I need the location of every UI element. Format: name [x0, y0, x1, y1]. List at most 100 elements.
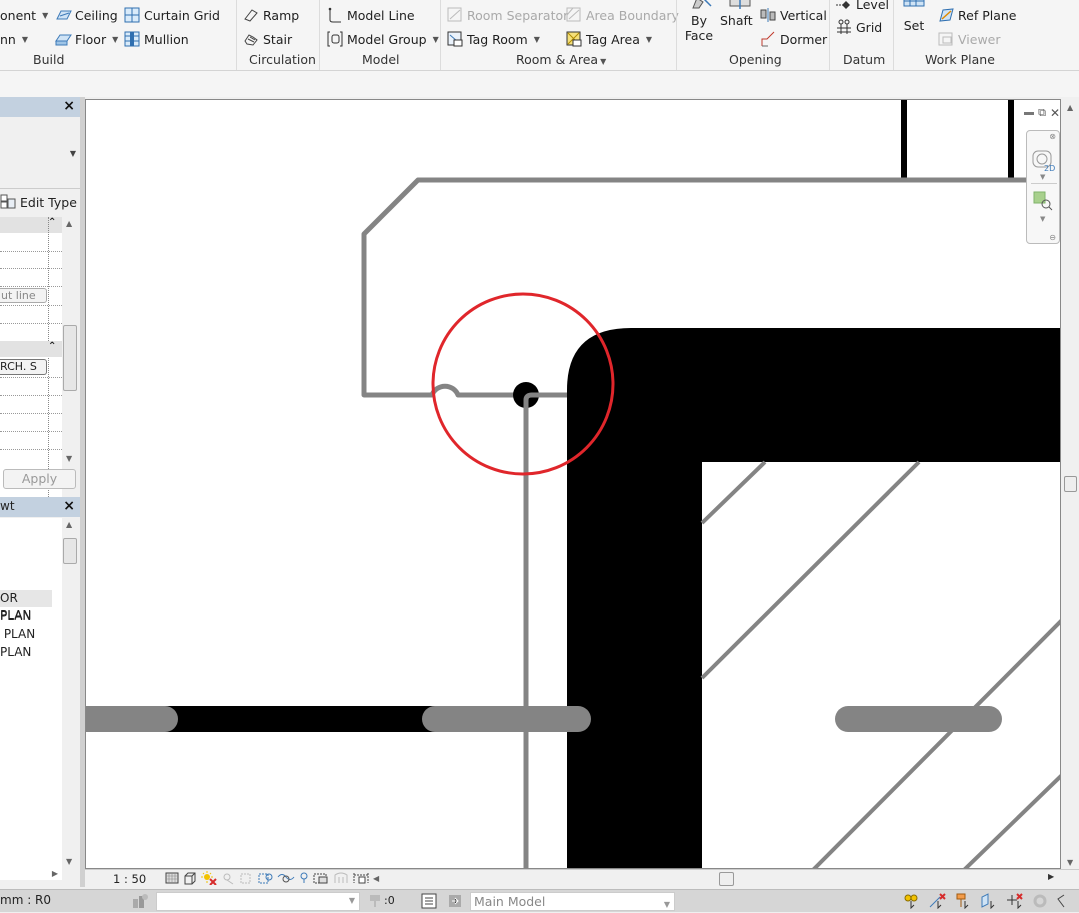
ramp-button[interactable]: Ramp: [243, 5, 299, 25]
set-button[interactable]: Set: [900, 0, 928, 34]
panel-label-room-area: Room & Area: [516, 52, 599, 67]
temporary-hide-icon[interactable]: [277, 871, 295, 885]
tag-room-label: Tag Room: [467, 31, 528, 47]
scroll-down-icon[interactable]: ▼: [66, 454, 72, 463]
floor-button[interactable]: Floor ▼: [55, 29, 118, 49]
zoom-region-button[interactable]: [1033, 191, 1053, 214]
active-design-option-icon[interactable]: [447, 893, 463, 909]
tree-item[interactable]: OR PLAN: [0, 590, 52, 622]
ref-plane-button[interactable]: Ref Plane: [938, 5, 1016, 25]
curtain-grid-icon: [124, 7, 140, 23]
h-scrollbar-thumb[interactable]: [719, 872, 734, 886]
close-view-icon[interactable]: ✕: [1050, 106, 1060, 120]
view-scale[interactable]: 1 : 50: [113, 872, 146, 886]
scroll-up-icon[interactable]: ▲: [1067, 103, 1073, 112]
scrollbar-thumb[interactable]: [63, 325, 77, 391]
ceiling-button[interactable]: Ceiling: [55, 5, 118, 25]
vertical-button[interactable]: Vertical: [760, 5, 827, 25]
shadows-icon[interactable]: [221, 871, 235, 885]
tag-area-button[interactable]: Tag Area ▼: [566, 29, 652, 49]
select-pinned-icon[interactable]: [954, 893, 972, 909]
chevron-down-icon: ▼: [663, 900, 670, 909]
curtain-grid-button[interactable]: Curtain Grid: [124, 5, 220, 25]
analytical-model-icon[interactable]: [333, 871, 349, 885]
apply-button[interactable]: Apply: [3, 469, 76, 489]
reveal-hidden-icon[interactable]: [299, 871, 309, 885]
stair-button[interactable]: Stair: [243, 29, 292, 49]
design-option-dropdown[interactable]: Main Model ▼: [470, 892, 675, 911]
shaft-button[interactable]: Shaft: [720, 0, 753, 28]
tree-item[interactable]: PLAN: [0, 608, 31, 625]
project-browser-close-button[interactable]: ×: [63, 498, 75, 514]
restore-icon[interactable]: ⧉: [1038, 106, 1046, 120]
group-header-identity[interactable]: ⌃: [0, 341, 62, 357]
model-line-button[interactable]: Model Line: [327, 5, 415, 25]
select-underlay-icon[interactable]: [928, 893, 946, 909]
tag-room-button[interactable]: Tag Room ▼: [447, 29, 540, 49]
panel-splitter[interactable]: [80, 97, 85, 887]
select-links-icon[interactable]: [902, 893, 920, 909]
scroll-up-icon[interactable]: ▲: [66, 219, 72, 228]
chevron-down-icon[interactable]: ▼: [1040, 215, 1045, 223]
chevron-down-icon[interactable]: ▼: [1040, 173, 1045, 181]
tree-item[interactable]: PLAN: [0, 626, 35, 643]
model-group-button[interactable]: Model Group ▼: [327, 29, 439, 49]
browser-hscroll[interactable]: ▶: [0, 869, 62, 883]
temporary-view-properties-icon[interactable]: [313, 871, 329, 885]
editing-requests-icon[interactable]: [368, 893, 382, 909]
workset-dropdown[interactable]: ▼: [156, 892, 360, 911]
column-button[interactable]: nn ▼: [0, 29, 28, 49]
minimize-icon[interactable]: [1024, 111, 1035, 115]
type-selector[interactable]: ▼: [0, 119, 80, 189]
by-face-button[interactable]: By Face: [684, 0, 714, 43]
nav-options-icon[interactable]: ⊖: [1049, 233, 1056, 242]
properties-close-button[interactable]: ×: [63, 98, 75, 114]
scroll-left-icon[interactable]: ◀: [373, 874, 379, 883]
area-boundary-button[interactable]: Area Boundary: [566, 5, 679, 25]
scroll-right-icon[interactable]: ▶: [1048, 872, 1054, 881]
design-options-icon[interactable]: [421, 893, 437, 909]
level-button[interactable]: Level: [836, 0, 889, 14]
crop-region-icon[interactable]: [239, 871, 253, 885]
room-area-panel-button[interactable]: Room & Area ▼: [516, 52, 606, 67]
room-separator-label: Room Separator: [467, 7, 569, 23]
scrollbar-thumb[interactable]: [1064, 476, 1077, 492]
tree-item[interactable]: PLAN: [0, 644, 31, 661]
background-process-icon[interactable]: [1032, 893, 1048, 909]
edit-type-button[interactable]: Edit Type: [0, 193, 77, 211]
viewer-button[interactable]: Viewer: [938, 29, 1001, 49]
detail-level-icon[interactable]: [165, 871, 179, 885]
dormer-button[interactable]: Dormer: [760, 29, 827, 49]
select-by-face-icon[interactable]: [980, 893, 998, 909]
nav-close-icon[interactable]: ⊗: [1049, 132, 1056, 141]
component-button[interactable]: onent ▼: [0, 5, 48, 25]
sun-path-icon[interactable]: [201, 871, 217, 885]
view-vertical-scrollbar[interactable]: ▲ ▼: [1062, 99, 1079, 869]
drawing-canvas[interactable]: ⧉ ✕ ⊗ 2D ▼ ▼ ⊖: [85, 99, 1061, 869]
floor-icon: [55, 31, 72, 47]
browser-scrollbar[interactable]: ▲ ▼: [62, 518, 78, 866]
mullion-button[interactable]: Mullion: [124, 29, 189, 49]
properties-scrollbar[interactable]: ▲ ▼: [62, 217, 78, 465]
worksets-icon[interactable]: [131, 893, 149, 909]
scroll-down-icon[interactable]: ▼: [66, 857, 72, 866]
room-separator-button[interactable]: Room Separator: [447, 5, 568, 25]
visual-style-icon[interactable]: [183, 871, 197, 885]
scroll-right-icon[interactable]: ▶: [52, 869, 58, 878]
collapse-icon: ⌃: [48, 217, 57, 228]
scroll-down-icon[interactable]: ▼: [1067, 858, 1073, 867]
group-header-constraints[interactable]: ⌃: [0, 217, 62, 233]
crop-visibility-icon[interactable]: [257, 871, 273, 885]
panel-divider: [440, 0, 441, 70]
grid-button[interactable]: Grid: [836, 17, 882, 37]
filter-icon[interactable]: [1056, 893, 1066, 909]
view-template-field[interactable]: RCH. S: [0, 359, 47, 375]
cut-line-field[interactable]: ut line: [0, 288, 47, 303]
scrollbar-thumb[interactable]: [63, 538, 77, 564]
chevron-down-icon: ▼: [21, 34, 29, 44]
constraints-icon[interactable]: [353, 871, 369, 885]
drag-elements-icon[interactable]: [1006, 893, 1024, 909]
vertical-label: Vertical: [780, 7, 827, 23]
scroll-up-icon[interactable]: ▲: [66, 520, 72, 529]
steering-wheel-2d-button[interactable]: 2D: [1031, 149, 1055, 173]
